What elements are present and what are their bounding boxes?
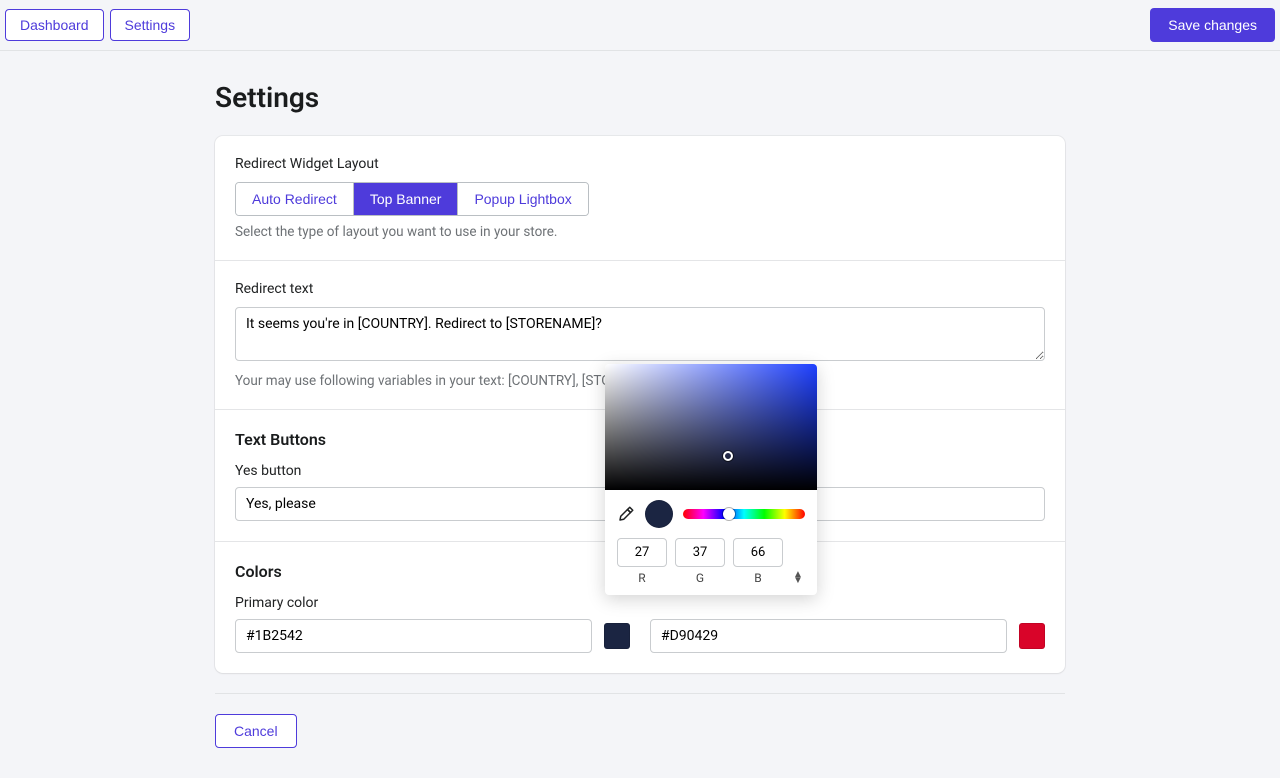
widget-layout-help: Select the type of layout you want to us… <box>235 224 1045 240</box>
redirect-text-input[interactable]: It seems you're in [COUNTRY]. Redirect t… <box>235 307 1045 361</box>
eyedropper-icon[interactable] <box>617 505 635 523</box>
color-picker-current-swatch <box>645 500 673 528</box>
layout-option-top-banner[interactable]: Top Banner <box>353 183 458 215</box>
color-picker-hue-slider[interactable] <box>683 509 805 519</box>
color-picker-b-input[interactable] <box>733 538 783 567</box>
page-title: Settings <box>215 81 1065 114</box>
color-picker-r-label: R <box>617 571 667 585</box>
nav-settings-button[interactable]: Settings <box>110 9 191 41</box>
layout-option-popup-lightbox[interactable]: Popup Lightbox <box>457 183 587 215</box>
color-picker-popover: R G B ▲▼ <box>605 364 817 595</box>
widget-layout-segmented: Auto Redirect Top Banner Popup Lightbox <box>235 182 589 216</box>
color-picker-r-input[interactable] <box>617 538 667 567</box>
primary-color-input[interactable] <box>235 619 592 653</box>
color-picker-b-label: B <box>733 571 783 585</box>
secondary-color-swatch[interactable] <box>1019 623 1045 649</box>
layout-option-auto-redirect[interactable]: Auto Redirect <box>236 183 353 215</box>
primary-color-label: Primary color <box>235 595 1045 611</box>
redirect-text-label: Redirect text <box>235 281 1045 297</box>
color-picker-mode-toggle-icon[interactable]: ▲▼ <box>791 572 805 584</box>
color-picker-saturation-area[interactable] <box>605 364 817 490</box>
color-picker-hue-cursor[interactable] <box>723 508 735 520</box>
cancel-button[interactable]: Cancel <box>215 714 297 748</box>
color-picker-g-label: G <box>675 571 725 585</box>
save-changes-button[interactable]: Save changes <box>1150 8 1275 42</box>
nav-dashboard-button[interactable]: Dashboard <box>5 9 104 41</box>
color-picker-g-input[interactable] <box>675 538 725 567</box>
widget-layout-label: Redirect Widget Layout <box>235 156 1045 172</box>
primary-color-swatch[interactable] <box>604 623 630 649</box>
color-picker-sv-cursor[interactable] <box>723 451 733 461</box>
secondary-color-input[interactable] <box>650 619 1007 653</box>
